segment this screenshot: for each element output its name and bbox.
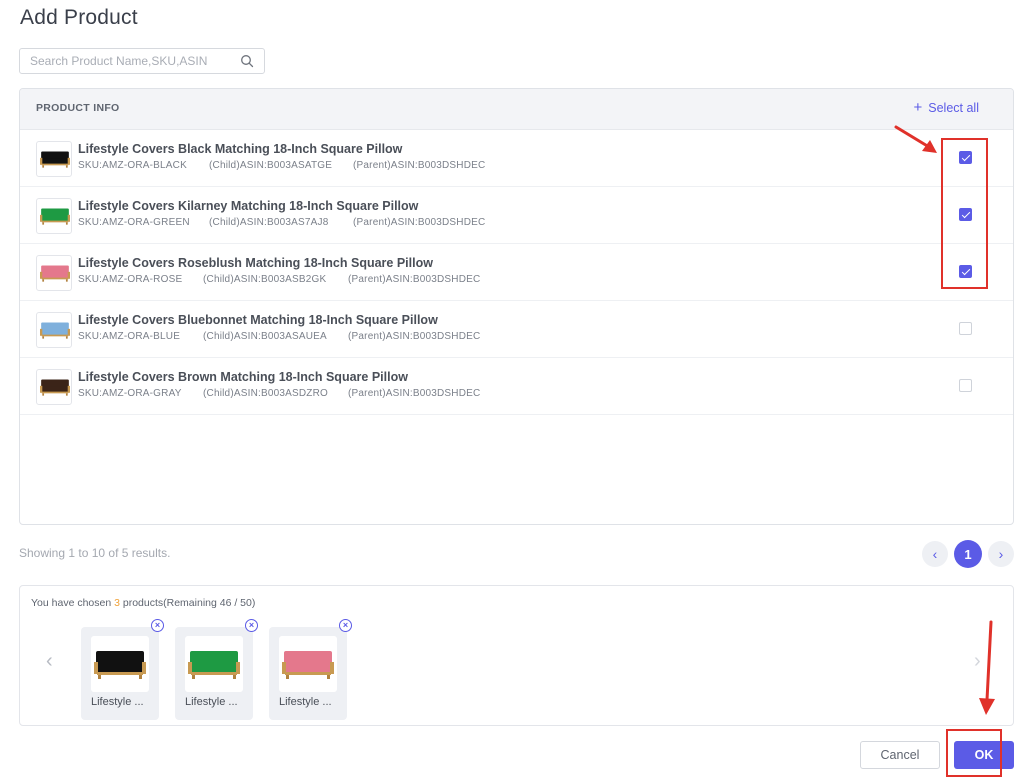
chosen-prefix: You have chosen [31,597,115,609]
table-header: PRODUCT INFO + Select all [20,89,1013,130]
chosen-product-card: Lifestyle ... × [269,619,352,720]
table-row[interactable]: Lifestyle Covers Brown Matching 18-Inch … [20,358,1013,415]
chosen-product-card: Lifestyle ... × [175,619,258,720]
product-name: Lifestyle Covers Black Matching 18-Inch … [78,142,403,156]
table-row[interactable]: Lifestyle Covers Kilarney Matching 18-In… [20,187,1013,244]
product-sku: SKU:AMZ-ORA-BLACK [78,160,187,171]
product-sku: SKU:AMZ-ORA-ROSE [78,274,183,285]
table-body: Lifestyle Covers Black Matching 18-Inch … [20,130,1013,415]
column-header-product-info: PRODUCT INFO [36,102,120,114]
search-box[interactable] [19,48,265,74]
product-child-asin: (Child)ASIN:B003AS7AJ8 [209,217,329,228]
cancel-button[interactable]: Cancel [860,741,940,769]
product-parent-asin: (Parent)ASIN:B003DSHDEC [353,217,486,228]
dialog-title: Add Product [20,6,138,29]
row-checkbox[interactable] [959,322,972,335]
remove-icon[interactable]: × [339,619,352,632]
product-parent-asin: (Parent)ASIN:B003DSHDEC [348,388,481,399]
table-row[interactable]: Lifestyle Covers Bluebonnet Matching 18-… [20,301,1013,358]
product-thumbnail [36,198,72,234]
chosen-suffix: products(Remaining 46 / 50) [119,597,256,609]
table-row[interactable]: Lifestyle Covers Roseblush Matching 18-I… [20,244,1013,301]
product-name: Lifestyle Covers Brown Matching 18-Inch … [78,370,408,384]
table-row[interactable]: Lifestyle Covers Black Matching 18-Inch … [20,130,1013,187]
chosen-product-image [279,636,337,692]
product-thumbnail [36,312,72,348]
chosen-product-label: Lifestyle ... [185,696,238,708]
product-name: Lifestyle Covers Roseblush Matching 18-I… [78,256,433,270]
product-name: Lifestyle Covers Bluebonnet Matching 18-… [78,313,438,327]
search-icon[interactable] [240,54,254,68]
product-child-asin: (Child)ASIN:B003ASB2GK [203,274,327,285]
product-sku: SKU:AMZ-ORA-BLUE [78,331,181,342]
remove-icon[interactable]: × [151,619,164,632]
annotation-arrow-icon [979,620,995,715]
product-child-asin: (Child)ASIN:B003ASATGE [209,160,333,171]
chevron-right-icon: › [998,546,1004,562]
chosen-product-label: Lifestyle ... [91,696,144,708]
product-parent-asin: (Parent)ASIN:B003DSHDEC [353,160,486,171]
product-sku: SKU:AMZ-ORA-GRAY [78,388,182,399]
annotation-highlight-checkboxes [941,138,988,289]
product-sku: SKU:AMZ-ORA-GREEN [78,217,190,228]
chosen-product-card: Lifestyle ... × [81,619,164,720]
pagination-page-1[interactable]: 1 [954,540,982,568]
product-child-asin: (Child)ASIN:B003ASDZRO [203,388,328,399]
product-table: PRODUCT INFO + Select all Lifestyle Cove… [19,88,1014,525]
product-parent-asin: (Parent)ASIN:B003DSHDEC [348,331,481,342]
annotation-highlight-ok [946,729,1002,777]
pagination-prev-button[interactable]: ‹ [922,541,948,567]
carousel-prev-icon[interactable]: ‹ [46,650,53,673]
chosen-product-image [185,636,243,692]
row-checkbox[interactable] [959,379,972,392]
chosen-products-panel: You have chosen 3 products(Remaining 46 … [19,585,1014,726]
product-thumbnail [36,141,72,177]
product-thumbnail [36,369,72,405]
product-name: Lifestyle Covers Kilarney Matching 18-In… [78,199,419,213]
plus-icon: + [913,99,923,116]
results-summary: Showing 1 to 10 of 5 results. [19,546,171,560]
annotation-arrow-icon [894,125,937,153]
chosen-product-label: Lifestyle ... [279,696,332,708]
pagination-next-button[interactable]: › [988,541,1014,567]
search-input[interactable] [20,49,240,73]
select-all-label: Select all [928,101,979,115]
remove-icon[interactable]: × [245,619,258,632]
product-parent-asin: (Parent)ASIN:B003DSHDEC [348,274,481,285]
chosen-product-image [91,636,149,692]
product-child-asin: (Child)ASIN:B003ASAUEA [203,331,327,342]
chevron-left-icon: ‹ [932,546,938,562]
chosen-summary: You have chosen 3 products(Remaining 46 … [31,597,255,609]
product-thumbnail [36,255,72,291]
select-all-button[interactable]: + Select all [913,99,980,116]
